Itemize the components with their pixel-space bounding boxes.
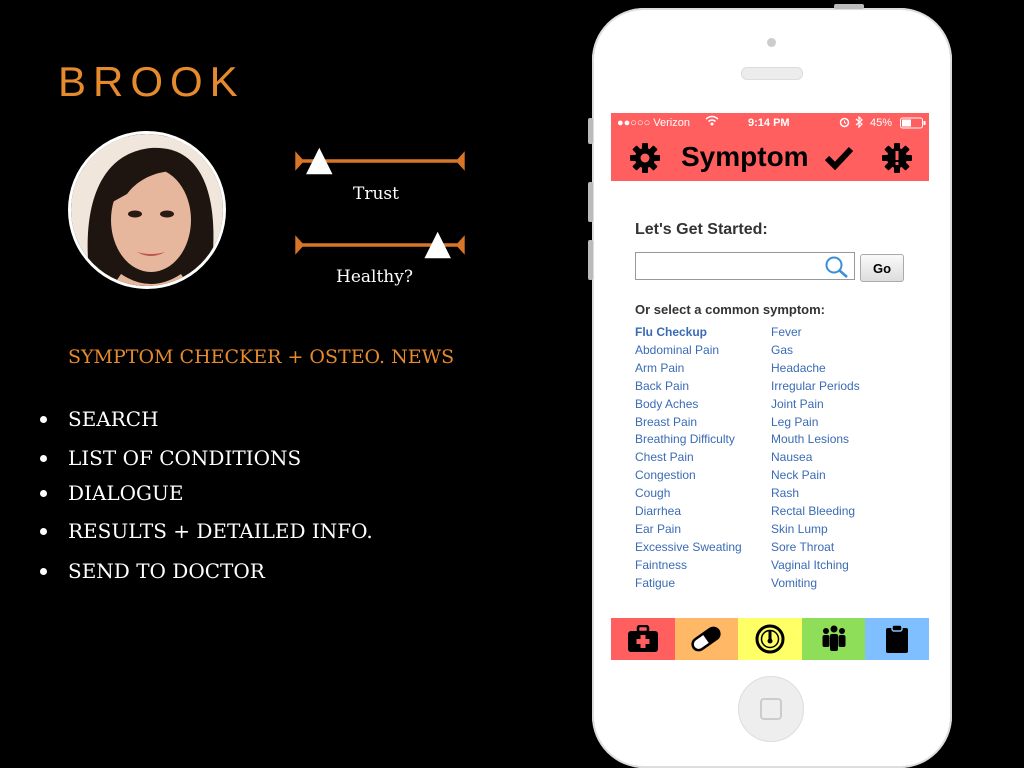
symptom-link[interactable]: Nausea [771,450,812,464]
symptom-link[interactable]: Fatigue [635,576,675,590]
symptom-link[interactable]: Abdominal Pain [635,343,719,357]
status-bar: ●●○○○ Verizon 9:14 PM 45% [611,113,929,133]
healthy-label: Healthy? [336,267,413,287]
symptom-link[interactable]: Body Aches [635,397,698,411]
mute-switch [588,118,593,144]
settings-gear-icon[interactable] [629,142,661,179]
checkmark-icon [824,146,854,175]
symptom-link[interactable]: Breast Pain [635,415,697,429]
clock-label: 9:14 PM [748,117,790,129]
search-icon[interactable] [824,255,850,284]
battery-label: 45% [870,117,893,129]
symptom-link[interactable]: Breathing Difficulty [635,432,735,446]
symptom-link[interactable]: Rectal Bleeding [771,504,855,518]
tab-records[interactable] [865,618,929,660]
home-button[interactable] [738,676,804,742]
symptom-link[interactable]: Flu Checkup [635,325,707,339]
bluetooth-icon [855,115,863,131]
phone-screen: ●●○○○ Verizon 9:14 PM 45% Symptom Let's … [611,113,929,679]
tab-health-meter[interactable] [738,618,802,660]
symptom-link[interactable]: Ear Pain [635,522,681,536]
symptom-link[interactable]: Headache [771,361,826,375]
wifi-icon [705,115,719,130]
alarm-icon [839,116,850,131]
power-button [834,4,864,9]
symptom-link[interactable]: Chest Pain [635,450,694,464]
front-camera [767,38,776,47]
battery-icon [900,117,926,132]
symptom-link[interactable]: Fever [771,325,802,339]
symptom-link[interactable]: Cough [635,486,670,500]
clipboard-icon [886,624,909,653]
bullet-icon [40,455,47,462]
portrait-image [71,134,223,286]
symptom-link[interactable]: Arm Pain [635,361,684,375]
trust-scale [295,147,465,175]
alert-badge-icon[interactable] [881,142,913,179]
bullet-icon [40,416,47,423]
trust-label: Trust [353,184,399,204]
pill-icon [691,626,722,652]
symptom-link[interactable]: Mouth Lesions [771,432,849,446]
volume-down-button [588,240,593,280]
people-icon [822,625,846,651]
earpiece-speaker [741,67,803,80]
symptom-link[interactable]: Back Pain [635,379,689,393]
persona-avatar [68,131,226,289]
app-header: Symptom [611,133,929,181]
bullet-icon [40,490,47,497]
app-title: Symptom [681,141,809,172]
symptom-link[interactable]: Irregular Periods [771,379,860,393]
symptom-link[interactable]: Faintness [635,558,687,572]
symptom-link[interactable]: Diarrhea [635,504,681,518]
persona-name: BROOK [58,58,245,105]
get-started-heading: Let's Get Started: [635,221,768,238]
bullet-icon [40,528,47,535]
symptom-link[interactable]: Congestion [635,468,696,482]
symptom-link[interactable]: Gas [771,343,793,357]
feature-subtitle: SYMPTOM CHECKER + OSTEO. NEWS [68,346,455,368]
tab-bar [611,618,929,660]
symptom-link[interactable]: Skin Lump [771,522,828,536]
go-button[interactable]: Go [860,254,904,282]
healthy-scale [295,231,465,259]
bullet-icon [40,568,47,575]
symptom-link[interactable]: Neck Pain [771,468,826,482]
symptom-link[interactable]: Excessive Sweating [635,540,742,554]
carrier-label: ●●○○○ Verizon [617,117,690,129]
tab-medications[interactable] [674,618,739,660]
first-aid-kit-icon [627,625,658,652]
volume-up-button [588,182,593,222]
symptom-link[interactable]: Vomiting [771,576,817,590]
symptom-link[interactable]: Sore Throat [771,540,834,554]
home-square-icon [760,698,782,720]
search-field[interactable] [635,252,855,280]
gauge-icon [755,624,785,654]
symptom-link[interactable]: Rash [771,486,799,500]
symptom-link[interactable]: Leg Pain [771,415,818,429]
symptom-link[interactable]: Joint Pain [771,397,824,411]
symptom-link[interactable]: Vaginal Itching [771,558,849,572]
tab-community[interactable] [801,618,866,660]
tab-first-aid[interactable] [611,618,675,660]
common-symptom-heading: Or select a common symptom: [635,302,825,317]
